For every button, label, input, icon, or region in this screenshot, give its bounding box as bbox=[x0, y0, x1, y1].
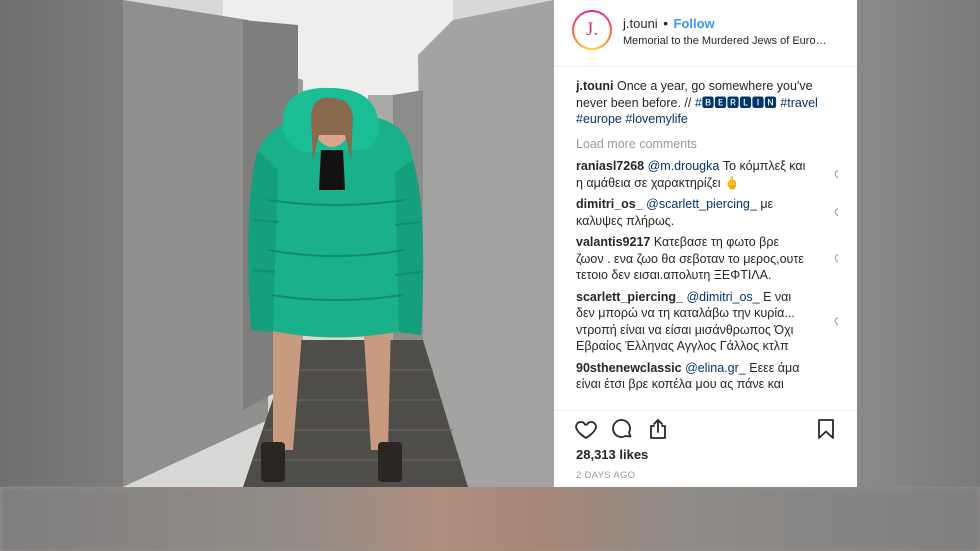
post-header: J. j.touni • Follow Memorial to the Murd… bbox=[554, 0, 857, 67]
comment-item: valantis9217 Κατεβασε τη φωτο βρε ζωον .… bbox=[576, 234, 838, 284]
load-more-comments-button[interactable]: Load more comments bbox=[576, 136, 838, 153]
comment-username[interactable]: dimitri_os_ bbox=[576, 197, 643, 211]
comments-list[interactable]: j.touni Once a year, go somewhere you've… bbox=[576, 78, 838, 408]
avatar[interactable]: J. bbox=[572, 10, 612, 50]
comment-username[interactable]: scarlett_piercing_ bbox=[576, 290, 683, 304]
caption-username[interactable]: j.touni bbox=[576, 79, 614, 93]
hashtag-link[interactable]: #europe bbox=[576, 112, 622, 126]
action-bar: 28,313 likes 2 DAYS AGO bbox=[554, 410, 857, 488]
heart-icon[interactable] bbox=[574, 417, 598, 441]
comment-item: 90sthenewclassic @elina.gr_ Εεεε άμα είν… bbox=[576, 360, 838, 393]
share-icon[interactable] bbox=[646, 417, 670, 441]
comment-mention[interactable]: @m.drougka bbox=[648, 159, 720, 173]
comment-icon[interactable] bbox=[610, 417, 634, 441]
comment-username[interactable]: raniasl7268 bbox=[576, 159, 644, 173]
comment-item: dimitri_os_ @scarlett_piercing_ με καλυψ… bbox=[576, 196, 838, 229]
heart-icon[interactable] bbox=[834, 315, 838, 329]
heart-icon[interactable] bbox=[834, 252, 838, 266]
post-timestamp[interactable]: 2 DAYS AGO bbox=[576, 470, 635, 481]
hashtag-link[interactable]: #lovemylife bbox=[625, 112, 688, 126]
likes-count[interactable]: 28,313 likes bbox=[576, 447, 648, 462]
separator-dot: • bbox=[663, 16, 668, 31]
background-left bbox=[0, 0, 123, 487]
header-user-line: j.touni • Follow bbox=[623, 16, 715, 31]
hashtag-link[interactable]: #🅱🅴🆁🅻🅸🅽 bbox=[695, 96, 777, 110]
avatar-logo: J. bbox=[574, 12, 610, 48]
heart-icon[interactable] bbox=[834, 206, 838, 220]
header-username[interactable]: j.touni bbox=[623, 16, 658, 31]
comment-username[interactable]: valantis9217 bbox=[576, 235, 650, 249]
heart-icon[interactable] bbox=[834, 168, 838, 182]
comment-mention[interactable]: @scarlett_piercing_ bbox=[646, 197, 757, 211]
comment-item: raniasl7268 @m.drougka Το κόμπλεξ και η … bbox=[576, 158, 838, 191]
background-blur bbox=[0, 487, 980, 551]
follow-button[interactable]: Follow bbox=[674, 16, 715, 31]
comment-item: scarlett_piercing_ @dimitri_os_ Ε ναι δε… bbox=[576, 289, 838, 355]
location-link[interactable]: Memorial to the Murdered Jews of Euro… bbox=[623, 35, 838, 47]
comment-username[interactable]: 90sthenewclassic bbox=[576, 361, 682, 375]
background-right bbox=[857, 0, 980, 487]
hashtag-link[interactable]: #travel bbox=[780, 96, 818, 110]
post-photo[interactable] bbox=[123, 0, 554, 487]
comment-mention[interactable]: @elina.gr_ bbox=[685, 361, 746, 375]
post-caption: j.touni Once a year, go somewhere you've… bbox=[576, 78, 838, 128]
bookmark-icon[interactable] bbox=[814, 417, 838, 441]
comment-mention[interactable]: @dimitri_os_ bbox=[686, 290, 759, 304]
post-panel: J. j.touni • Follow Memorial to the Murd… bbox=[554, 0, 857, 487]
